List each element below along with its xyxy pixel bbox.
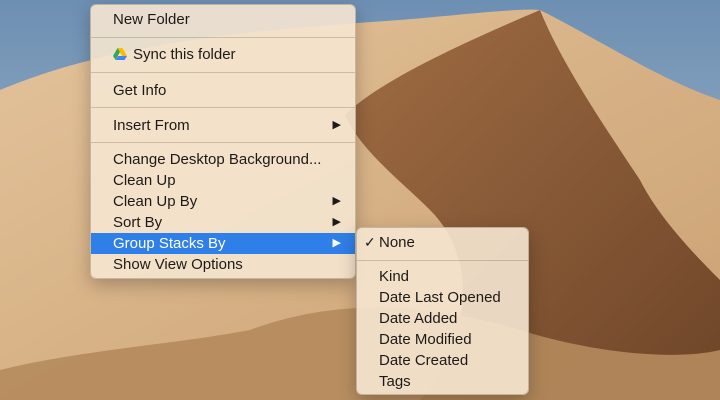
group-stacks-submenu: ✓ None Kind Date Last Opened Date Added …	[356, 227, 529, 395]
submenu-arrow-icon: ▶	[332, 216, 341, 228]
submenu-item-label: None	[379, 234, 415, 251]
menu-item-label: Show View Options	[113, 256, 243, 273]
checkmark-icon: ✓	[364, 234, 376, 250]
submenu-item-label: Date Added	[379, 310, 458, 327]
menu-item-clean-up-by[interactable]: Clean Up By ▶	[91, 191, 355, 212]
submenu-item-label: Date Created	[379, 352, 469, 369]
menu-item-clean-up[interactable]: Clean Up	[91, 170, 355, 191]
submenu-item-date-last-opened[interactable]: Date Last Opened	[357, 287, 528, 308]
submenu-arrow-icon: ▶	[332, 119, 341, 131]
menu-item-label: Clean Up By	[113, 193, 198, 210]
menu-item-label: Insert From	[113, 117, 190, 134]
google-drive-icon	[113, 46, 127, 60]
submenu-item-date-created[interactable]: Date Created	[357, 350, 528, 371]
submenu-item-label: Date Last Opened	[379, 289, 501, 306]
menu-separator	[357, 260, 528, 261]
submenu-item-label: Tags	[379, 373, 411, 390]
submenu-item-label: Kind	[379, 268, 410, 285]
menu-item-label: Clean Up	[113, 172, 176, 189]
menu-item-sync-folder[interactable]: Sync this folder	[91, 44, 355, 65]
menu-item-label: Sort By	[113, 214, 163, 231]
submenu-item-tags[interactable]: Tags	[357, 371, 528, 392]
menu-separator	[91, 107, 355, 108]
menu-item-group-stacks-by[interactable]: Group Stacks By ▶	[91, 233, 355, 254]
menu-item-label: Get Info	[113, 82, 167, 99]
submenu-item-kind[interactable]: Kind	[357, 266, 528, 287]
submenu-item-date-modified[interactable]: Date Modified	[357, 329, 528, 350]
menu-separator	[91, 72, 355, 73]
menu-item-label: Sync this folder	[133, 46, 236, 63]
menu-item-show-view-options[interactable]: Show View Options	[91, 254, 355, 275]
submenu-item-none[interactable]: ✓ None	[357, 232, 528, 253]
submenu-arrow-icon: ▶	[332, 237, 341, 249]
menu-item-insert-from[interactable]: Insert From ▶	[91, 115, 355, 136]
menu-item-new-folder[interactable]: New Folder	[91, 9, 355, 30]
desktop-context-menu: New Folder Sync this folder Get Info Ins…	[90, 4, 356, 279]
menu-item-label: Change Desktop Background...	[113, 151, 322, 168]
menu-item-get-info[interactable]: Get Info	[91, 80, 355, 101]
menu-separator	[91, 142, 355, 143]
submenu-item-label: Date Modified	[379, 331, 472, 348]
menu-separator	[91, 37, 355, 38]
submenu-item-date-added[interactable]: Date Added	[357, 308, 528, 329]
submenu-arrow-icon: ▶	[332, 195, 341, 207]
menu-item-label: Group Stacks By	[113, 235, 226, 252]
menu-item-label: New Folder	[113, 11, 190, 28]
menu-item-sort-by[interactable]: Sort By ▶	[91, 212, 355, 233]
menu-item-change-desktop-background[interactable]: Change Desktop Background...	[91, 149, 355, 170]
